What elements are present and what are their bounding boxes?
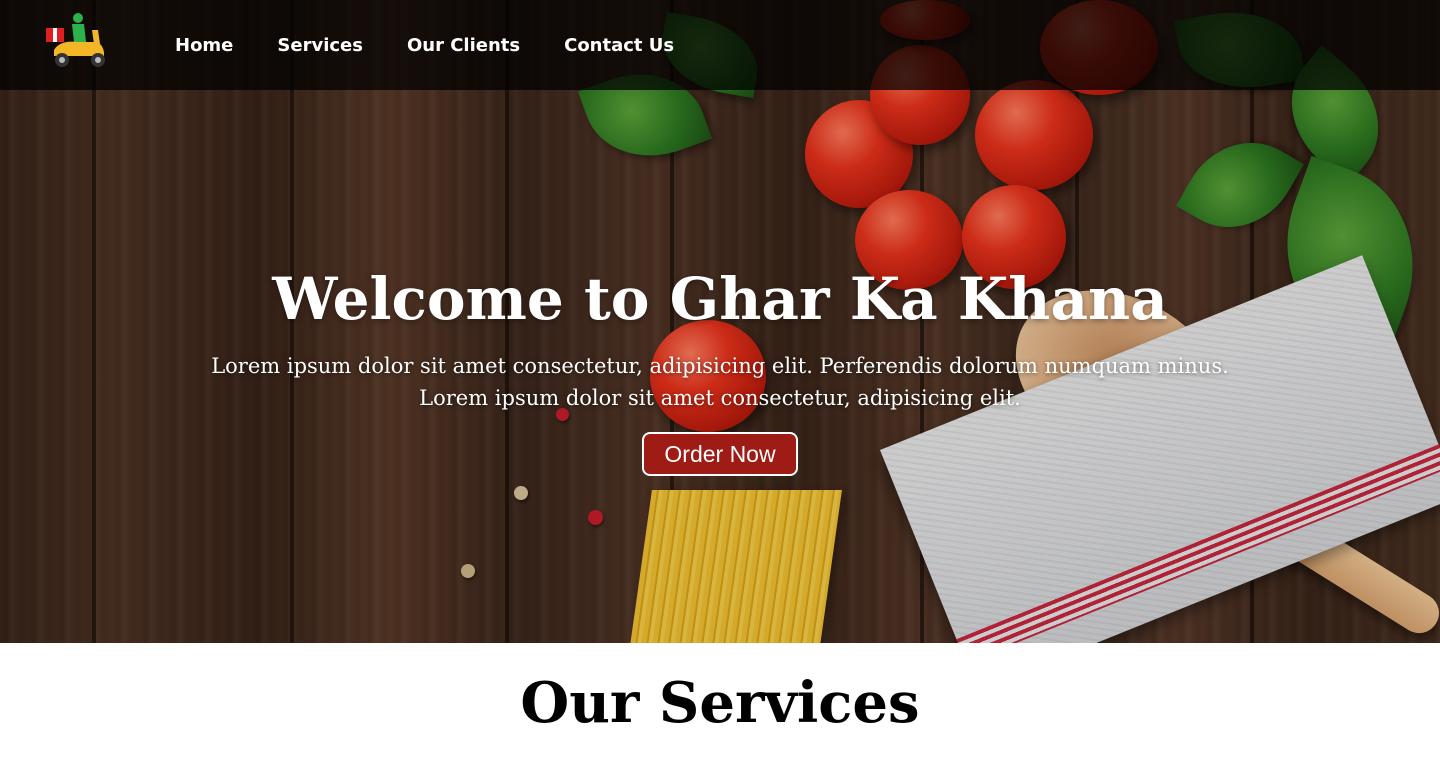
nav-link-services[interactable]: Services [277,35,363,56]
scooter-delivery-logo-icon[interactable] [44,12,112,70]
services-heading: Our Services [520,670,920,736]
nav-link-our-clients[interactable]: Our Clients [407,35,520,56]
hero-title: Welcome to Ghar Ka Khana [272,265,1168,333]
hero-description-line: Lorem ipsum dolor sit amet consectetur, … [211,354,1229,378]
hero-description-line: Lorem ipsum dolor sit amet consectetur, … [419,386,1021,410]
hero-description: Lorem ipsum dolor sit amet consectetur, … [200,350,1240,414]
hero-content: Welcome to Ghar Ka Khana Lorem ipsum dol… [0,262,1440,476]
order-now-button[interactable]: Order Now [642,432,798,476]
nav-link-home[interactable]: Home [175,35,233,56]
nav-link-contact-us[interactable]: Contact Us [564,35,674,56]
nav-links: Home Services Our Clients Contact Us [175,0,674,90]
navbar: Home Services Our Clients Contact Us [0,0,1440,90]
